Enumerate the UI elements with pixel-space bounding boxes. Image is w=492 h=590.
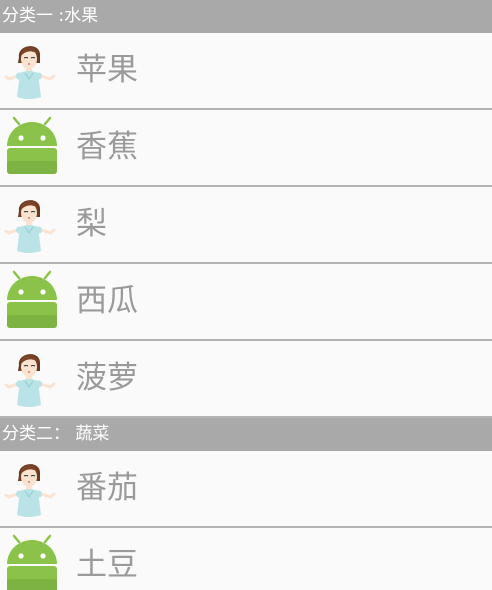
section-header-vegetable: 分类二： 蔬菜 bbox=[0, 418, 492, 451]
item-label: 土豆 bbox=[76, 547, 138, 583]
list-item-banana[interactable]: 香蕉 bbox=[0, 110, 492, 187]
android-icon bbox=[4, 116, 60, 178]
item-label: 番茄 bbox=[76, 470, 138, 506]
item-label: 梨 bbox=[76, 206, 107, 242]
list-item-apple[interactable]: 苹果 bbox=[0, 33, 492, 110]
girl-avatar-icon bbox=[4, 457, 60, 519]
item-label: 苹果 bbox=[76, 52, 138, 88]
girl-avatar-icon bbox=[4, 193, 60, 255]
item-label: 西瓜 bbox=[76, 283, 138, 319]
android-icon bbox=[4, 270, 60, 332]
list-item-tomato[interactable]: 番茄 bbox=[0, 451, 492, 528]
list-item-potato[interactable]: 土豆 bbox=[0, 528, 492, 590]
section-header-fruit: 分类一 :水果 bbox=[0, 0, 492, 33]
girl-avatar-icon bbox=[4, 347, 60, 409]
girl-avatar-icon bbox=[4, 39, 60, 101]
list-item-pear[interactable]: 梨 bbox=[0, 187, 492, 264]
android-icon bbox=[4, 534, 60, 590]
item-label: 菠萝 bbox=[76, 360, 138, 396]
screen: 分类一 :水果 苹果 香蕉 梨 西瓜 菠萝 分类二： 蔬菜 番茄 土豆 bbox=[0, 0, 492, 590]
list-item-watermelon[interactable]: 西瓜 bbox=[0, 264, 492, 341]
item-label: 香蕉 bbox=[76, 129, 138, 165]
list-item-pineapple[interactable]: 菠萝 bbox=[0, 341, 492, 418]
